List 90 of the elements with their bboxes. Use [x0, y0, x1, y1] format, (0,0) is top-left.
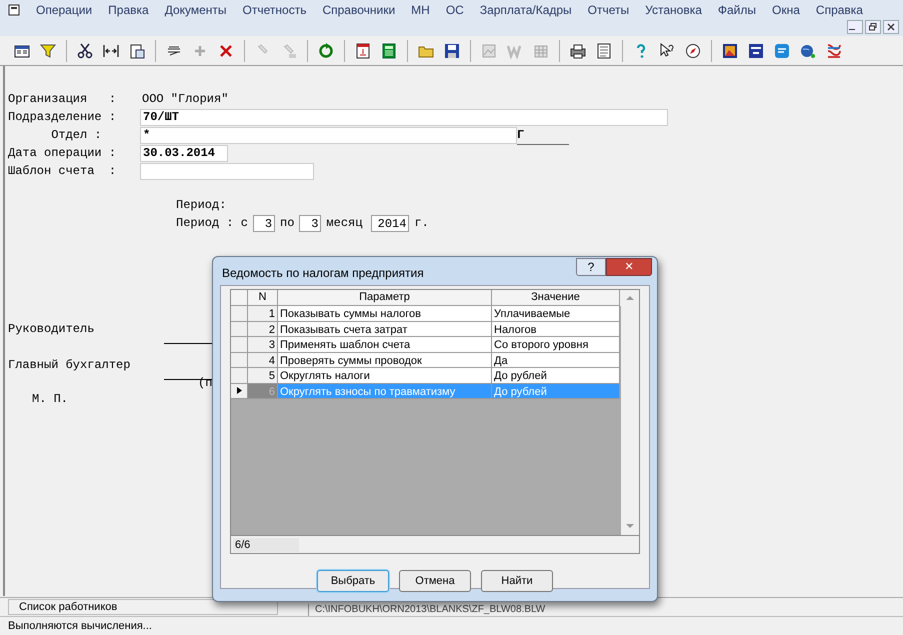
table-cell[interactable]: До рублей: [492, 368, 620, 384]
chat-icon[interactable]: [774, 42, 790, 58]
organization-value: ООО "Глория": [142, 91, 228, 108]
input-field[interactable]: [140, 162, 314, 180]
dialog-button[interactable]: Найти: [481, 570, 553, 592]
restore-button[interactable]: [865, 20, 881, 34]
menu-item[interactable]: Справка: [816, 1, 863, 19]
grid-icon[interactable]: [14, 42, 30, 58]
row-header-cell[interactable]: [231, 352, 248, 368]
scrollbar[interactable]: [621, 306, 639, 535]
picture-frame-icon[interactable]: [722, 42, 738, 58]
menu-item[interactable]: Правка: [108, 1, 149, 19]
file-path: C:\INFOBUKH\ORN2013\BLANKS\ZF_BLW08.BLW: [308, 604, 546, 616]
row-header-cell[interactable]: [231, 368, 248, 384]
table-cell[interactable]: Округлять налоги: [278, 368, 492, 384]
globe-icon[interactable]: [800, 42, 816, 58]
menu-item[interactable]: ОС: [446, 1, 464, 19]
close-button[interactable]: ✕: [606, 258, 652, 276]
period-label: Период : с: [176, 215, 248, 232]
field-label: Шаблон счета :: [8, 163, 118, 180]
table-cell[interactable]: Да: [492, 352, 620, 368]
menu-item[interactable]: Операции: [36, 1, 92, 19]
close-icon: [887, 23, 895, 31]
menu-item[interactable]: Файлы: [718, 1, 756, 19]
close-button[interactable]: [883, 20, 899, 34]
split-arrows-icon[interactable]: [103, 42, 119, 58]
field-label: Организация :: [8, 91, 118, 108]
row-number: 1: [248, 306, 278, 322]
book-icon[interactable]: [748, 42, 764, 58]
year-suffix: г.: [414, 215, 429, 232]
record-counter: 6/6: [233, 538, 299, 552]
row-header-cell[interactable]: [231, 306, 248, 322]
input-field[interactable]: 30.03.2014: [140, 144, 228, 162]
menu-item[interactable]: Зарплата/Кадры: [480, 1, 572, 19]
signature-label: Руководитель: [8, 321, 96, 338]
row-number: 2: [248, 322, 278, 337]
table-cell[interactable]: Показывать суммы налогов: [278, 306, 492, 322]
table-cell[interactable]: Налогов: [492, 322, 620, 337]
save-icon[interactable]: [444, 42, 460, 58]
status-message: Выполняются вычисления...: [8, 618, 152, 634]
dialog-title: Ведомость по налогам предприятия: [221, 265, 424, 282]
minimize-button[interactable]: [847, 20, 863, 34]
refresh-icon[interactable]: [318, 42, 334, 58]
period-to-label: по: [280, 215, 294, 232]
menu-item[interactable]: МН: [411, 1, 430, 19]
field-suffix: Г: [517, 126, 569, 144]
dialog-button[interactable]: Выбрать: [317, 570, 389, 592]
printer-icon[interactable]: [570, 42, 586, 58]
calendar-icon[interactable]: [355, 42, 371, 58]
row-header-cell[interactable]: [231, 322, 248, 337]
scissors-icon[interactable]: [77, 42, 93, 58]
table-cell[interactable]: Применять шаблон счета: [278, 337, 492, 352]
help-button[interactable]: ?: [576, 258, 606, 276]
field-label: Отдел :: [50, 127, 103, 144]
row-header-cell[interactable]: [231, 337, 248, 352]
row-number: 4: [248, 352, 278, 368]
stamp-label: М. П.: [32, 391, 68, 408]
document-icon[interactable]: [596, 42, 612, 58]
input-field[interactable]: 3: [253, 214, 276, 232]
menu-item[interactable]: Справочники: [322, 1, 396, 19]
table-cell[interactable]: Уплачиваемые: [492, 306, 620, 322]
clipboard-icon[interactable]: [129, 42, 145, 58]
pointer-help-icon[interactable]: [659, 42, 675, 58]
month-label: месяц: [326, 215, 362, 232]
input-field[interactable]: 70/ШТ: [140, 108, 668, 126]
menu-item[interactable]: Окна: [772, 1, 800, 19]
delete-icon[interactable]: [218, 42, 234, 58]
table-cell[interactable]: Проверять суммы проводок: [278, 352, 492, 368]
menu-item[interactable]: Отчеты: [588, 1, 630, 19]
row-number: 3: [248, 337, 278, 352]
input-field[interactable]: 2014: [371, 214, 410, 232]
compass-icon[interactable]: [685, 42, 701, 58]
menu-item[interactable]: Документы: [164, 1, 227, 19]
field-label: Подразделение :: [8, 109, 118, 126]
restore-icon: [869, 23, 877, 31]
row-number: 5: [248, 368, 278, 384]
period-heading: Период:: [176, 197, 228, 214]
input-field[interactable]: *: [140, 126, 517, 144]
table-cell[interactable]: Показывать счета затрат: [278, 322, 492, 337]
signature-label: Главный бухгалтер: [8, 357, 132, 374]
menu-item[interactable]: Установка: [645, 1, 702, 19]
dialog-button[interactable]: Отмена: [399, 570, 471, 592]
input-field[interactable]: 3: [299, 214, 322, 232]
menu-item[interactable]: Отчетность: [242, 1, 306, 19]
app-icon[interactable]: [8, 4, 20, 16]
row-header-cell[interactable]: [231, 384, 248, 399]
calculator-icon[interactable]: [381, 42, 397, 58]
filter-icon[interactable]: [40, 42, 56, 58]
field-label: Дата операции :: [8, 145, 118, 162]
table-cell[interactable]: Со второго уровня: [492, 337, 620, 352]
